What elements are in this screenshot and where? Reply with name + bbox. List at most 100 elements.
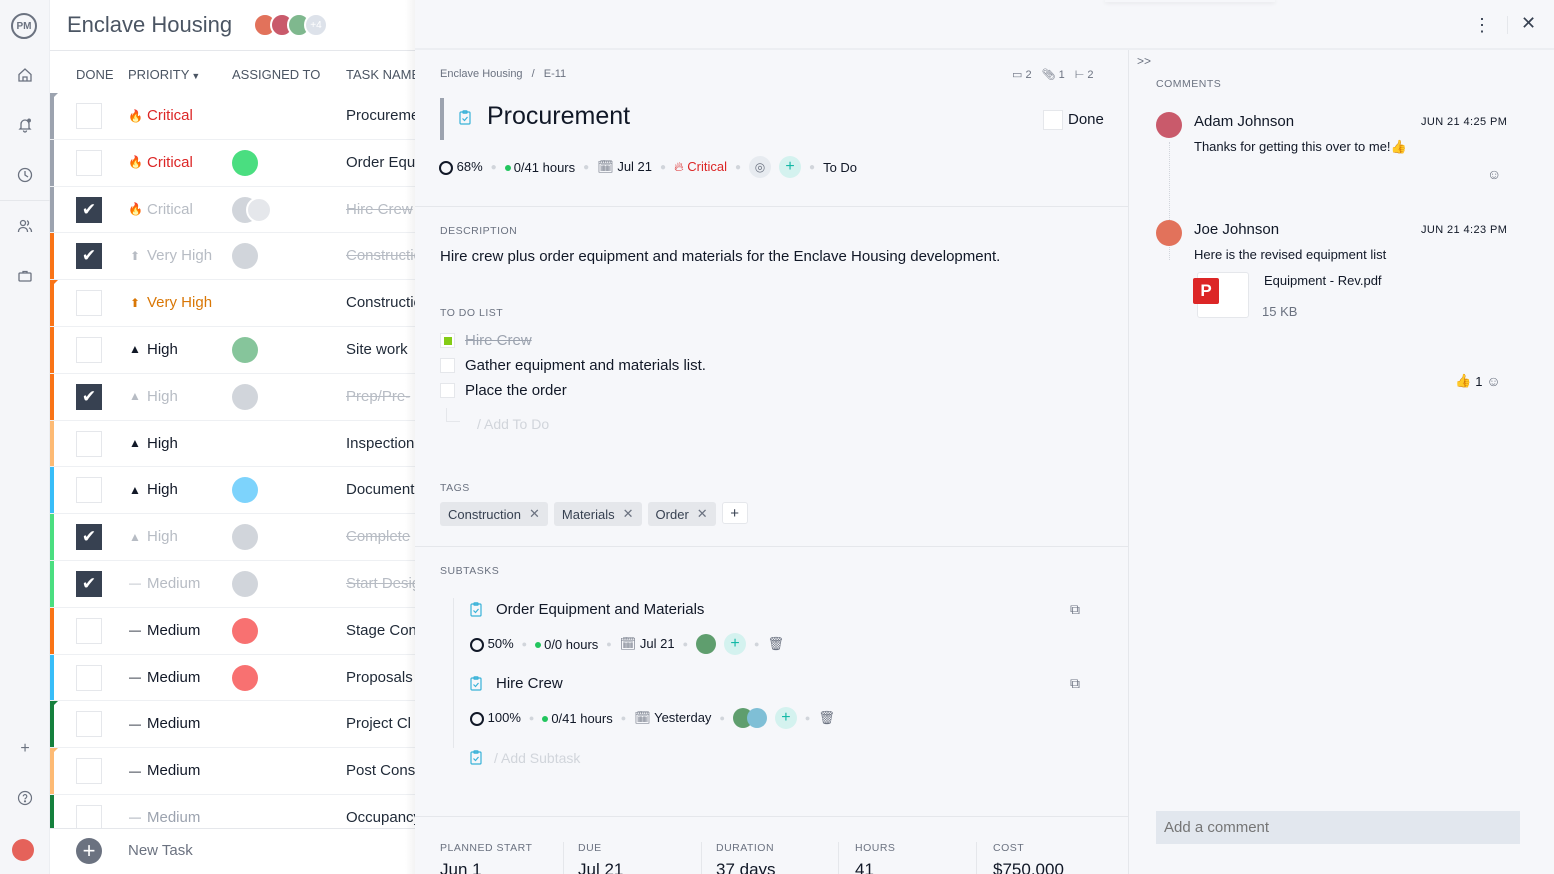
table-row[interactable]: — Medium Post Cons [50,748,420,795]
add-reaction-icon[interactable]: ☺ [1486,373,1500,389]
new-task-row[interactable]: + New Task [50,828,420,874]
description-text[interactable]: Hire crew plus order equipment and mater… [440,248,1000,265]
due-date[interactable]: 🗓︎ Yesterday [634,710,711,726]
add-tag-button[interactable]: + [721,502,748,524]
tag-chip[interactable]: Construction ✕ [440,502,548,526]
done-checkbox[interactable] [76,149,102,176]
priority-cell[interactable]: 🔥 Critical [128,154,193,171]
done-label[interactable]: Done [1068,111,1104,128]
assignees[interactable] [732,708,767,728]
done-checkbox[interactable] [76,617,102,644]
table-row[interactable]: ✔⬆Very HighConstruction [50,233,420,281]
priority-cell[interactable]: ⬆ Very High [128,247,212,264]
table-row[interactable]: ▲ High Document [50,467,420,515]
remove-tag-icon[interactable]: ✕ [623,506,634,522]
assignee-icon[interactable]: ◎ [749,156,772,178]
add-subtask[interactable]: / Add Subtask [470,750,580,768]
pm-logo[interactable]: PM [11,13,37,39]
priority-cell[interactable]: ▲ High [128,481,178,498]
attachment-count[interactable]: 📎︎ 1 [1042,68,1065,81]
column-done[interactable]: DONE [76,67,114,82]
done-checkbox[interactable]: ✔ [76,243,102,270]
comment-count[interactable]: ▭ 2 [1012,68,1032,81]
trash-icon[interactable]: 🗑︎ [818,710,835,726]
home-icon[interactable] [15,65,35,85]
avatar[interactable] [232,664,258,691]
todo-checkbox[interactable] [440,333,455,348]
remove-tag-icon[interactable]: ✕ [697,506,708,522]
attachment-thumbnail[interactable]: P [1193,272,1249,318]
table-row[interactable]: ✔ 🔥 Critical Hire Crew [50,186,420,234]
collapse-chevron-icon[interactable]: >> [1137,54,1151,68]
open-external-icon[interactable]: ⧉ [1070,601,1080,618]
user-avatar[interactable] [12,839,34,861]
reaction[interactable]: 👍 1 ☺ [1455,373,1501,389]
done-checkbox[interactable] [76,711,102,738]
todo-item[interactable]: Hire Crew [440,332,532,349]
done-checkbox[interactable] [1043,110,1063,130]
more-options-icon[interactable]: ⋮ [1473,15,1491,36]
done-checkbox[interactable] [76,758,102,785]
due[interactable]: DUE Jul 21 [563,842,701,874]
avatar[interactable] [232,383,258,410]
new-task-label[interactable]: New Task [128,842,193,859]
priority-cell[interactable]: — Medium [128,669,200,686]
table-row[interactable]: 🔥CriticalProcurement [50,93,420,140]
table-row[interactable]: ▲ High Site work [50,326,420,374]
done-checkbox[interactable]: ✔ [76,524,102,551]
priority[interactable]: 🔥︎ Critical [674,159,727,175]
column-assigned[interactable]: ASSIGNED TO [232,67,320,82]
todo-item[interactable]: Place the order [440,382,567,399]
avatar[interactable] [232,243,258,270]
table-row[interactable]: — Medium Proposals [50,654,420,702]
avatar[interactable] [232,149,258,176]
todo-checkbox[interactable] [440,383,455,398]
column-priority[interactable]: PRIORITY ▼ [128,67,200,82]
done-checkbox[interactable]: ✔ [76,570,102,597]
progress[interactable]: 50% [470,636,514,652]
add-subtask-input[interactable]: / Add Subtask [494,750,580,768]
add-assignee-button[interactable]: + [774,707,797,729]
table-row[interactable]: — Medium Stage Con [50,607,420,655]
remove-tag-icon[interactable]: ✕ [529,506,540,522]
avatar[interactable] [232,617,258,644]
add-assignee-button[interactable]: + [724,633,747,655]
table-row[interactable]: ⬆Very HighConstruction [50,280,420,327]
table-row[interactable]: — Medium Project Cl [50,701,420,749]
avatar[interactable] [696,634,717,654]
planned-start[interactable]: PLANNED START Jun 1 [440,842,578,874]
due-date[interactable]: 🗓︎ Jul 21 [620,636,675,652]
done-checkbox[interactable]: ✔ [76,383,102,410]
progress[interactable]: 100% [470,710,521,726]
hours[interactable]: 0/41 hours [504,160,575,175]
member-avatars[interactable]: +4 [253,13,328,37]
avatar[interactable] [232,524,258,551]
add-icon[interactable]: + [15,739,35,759]
avatar[interactable] [1156,112,1182,138]
avatar[interactable] [232,570,258,597]
priority-cell[interactable]: — Medium [128,762,200,779]
close-icon[interactable]: ✕ [1521,13,1536,34]
priority-cell[interactable]: ▲ High [128,435,178,452]
priority-cell[interactable]: 🔥 Critical [128,107,193,124]
priority-cell[interactable]: — Medium [128,622,200,639]
table-row[interactable]: ✔—MediumStart Design [50,560,420,608]
comment-input[interactable] [1156,811,1520,844]
add-todo-input[interactable]: / Add To Do [477,416,549,432]
status[interactable]: To Do [823,160,857,175]
breadcrumb-project[interactable]: Enclave Housing [440,68,523,80]
subtask-count[interactable]: ⊢ 2 [1075,68,1094,81]
priority-cell[interactable]: ▲ High [128,528,178,545]
plus-circle-icon[interactable]: + [76,838,102,864]
table-row[interactable]: ✔ ▲ High Complete [50,514,420,561]
avatar[interactable] [232,477,258,504]
done-checkbox[interactable] [76,664,102,691]
briefcase-icon[interactable] [15,266,35,286]
progress[interactable]: 68% [439,159,483,175]
todo-item[interactable]: Gather equipment and materials list. [440,357,706,374]
people-icon[interactable] [15,216,35,236]
done-checkbox[interactable] [76,290,102,317]
priority-cell[interactable]: — Medium [128,715,200,732]
tag-chip[interactable]: Materials ✕ [553,502,642,526]
priority-cell[interactable]: ⬆ Very High [128,294,212,311]
